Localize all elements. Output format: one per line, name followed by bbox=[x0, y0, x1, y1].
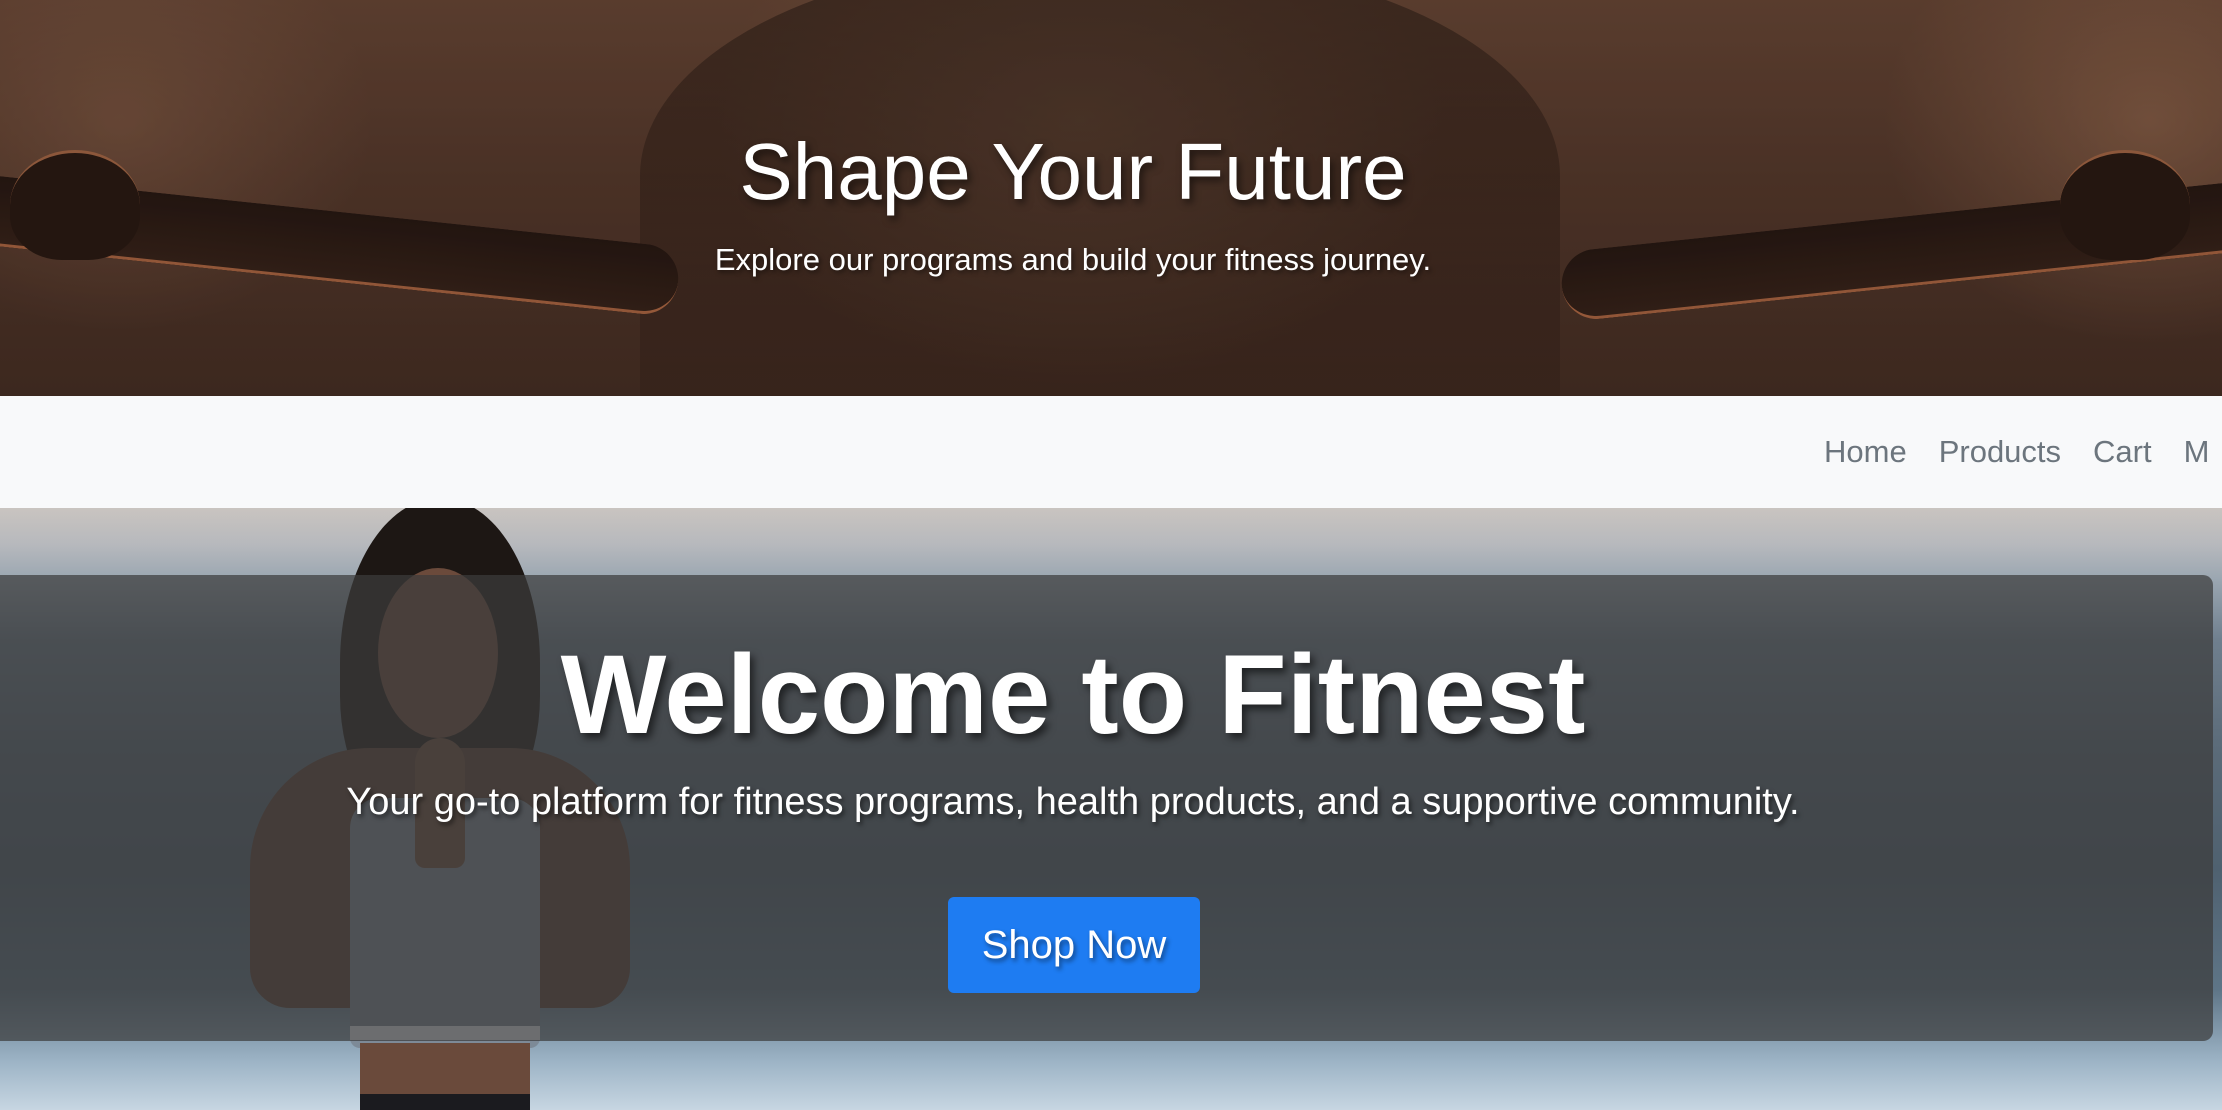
top-hero-section: Shape Your Future Explore our programs a… bbox=[0, 0, 2222, 396]
nav-link-truncated[interactable]: M bbox=[2168, 434, 2222, 470]
woman-pants bbox=[360, 1094, 530, 1110]
main-hero-lead: Your go-to platform for fitness programs… bbox=[346, 781, 1800, 823]
navbar: Home Products Cart M bbox=[0, 396, 2222, 508]
nav-link-home[interactable]: Home bbox=[1808, 434, 1923, 470]
main-hero-section: Welcome to Fitnest Your go-to platform f… bbox=[0, 508, 2222, 1110]
nav-link-cart[interactable]: Cart bbox=[2077, 434, 2168, 470]
nav-links: Home Products Cart M bbox=[1808, 396, 2222, 508]
top-hero-title: Shape Your Future bbox=[739, 127, 1407, 216]
shop-now-button[interactable]: Shop Now bbox=[948, 897, 1200, 993]
top-hero-subtitle: Explore our programs and build your fitn… bbox=[714, 242, 1432, 277]
nav-link-products[interactable]: Products bbox=[1923, 434, 2077, 470]
main-hero-title: Welcome to Fitnest bbox=[560, 632, 1586, 757]
